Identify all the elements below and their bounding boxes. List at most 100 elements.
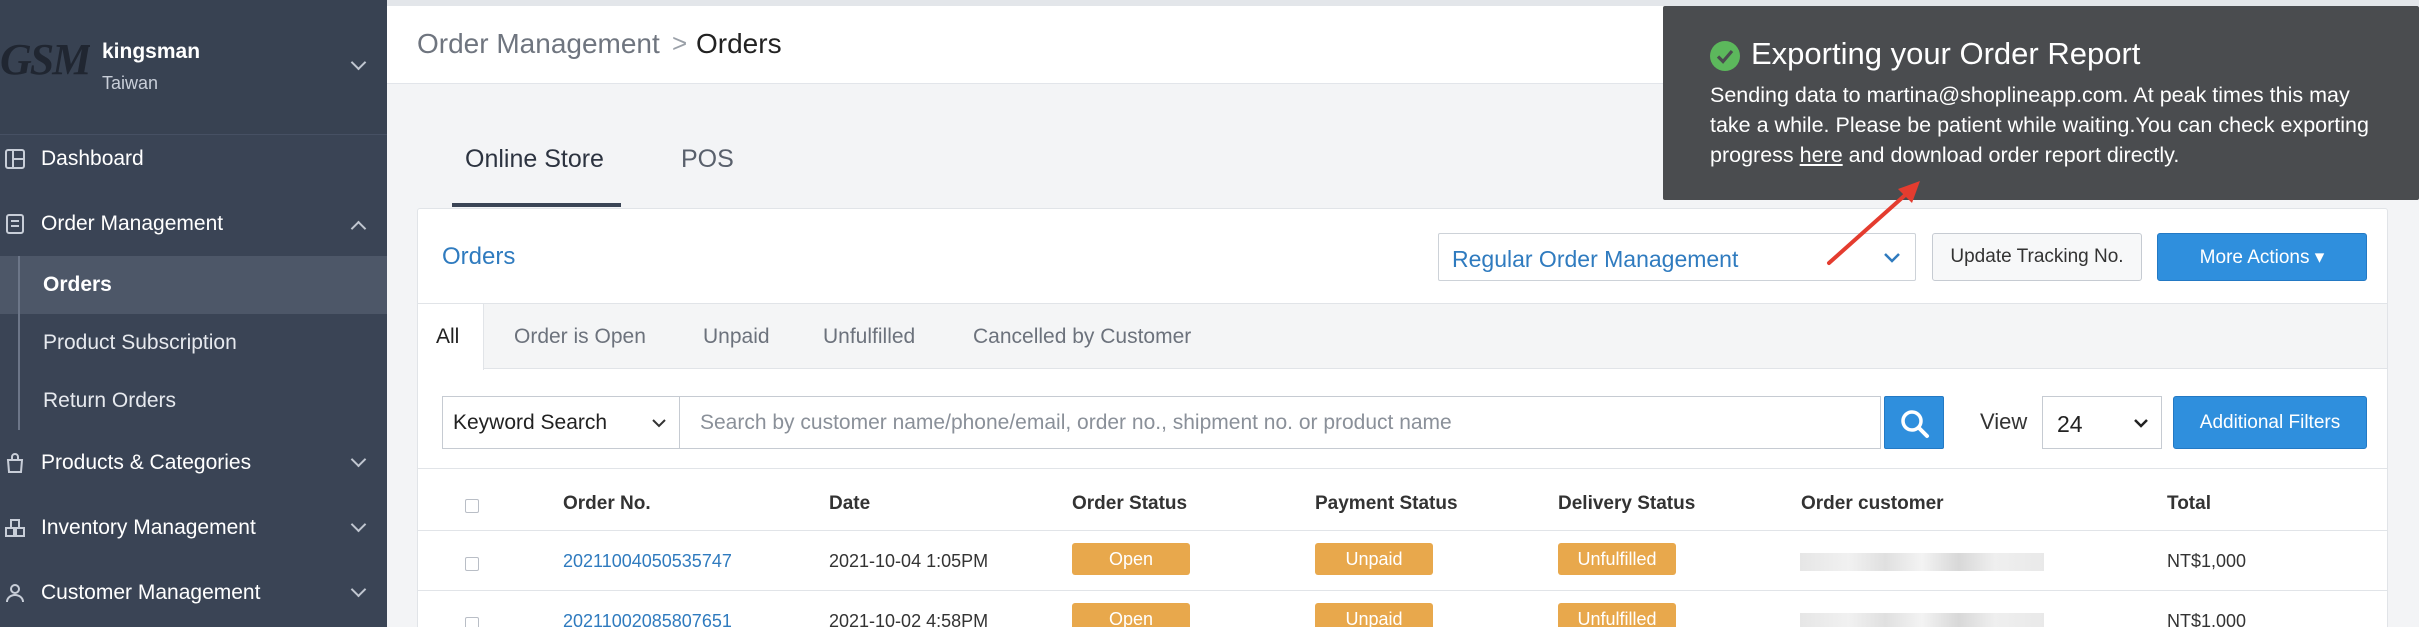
view-label: View <box>1980 409 2028 434</box>
order-icon <box>6 214 24 234</box>
search-button[interactable] <box>1884 396 1944 449</box>
dashboard-icon <box>5 149 25 169</box>
chevron-down-icon <box>2134 419 2148 428</box>
tab-label: Online Store <box>465 145 604 173</box>
store-region: Taiwan <box>102 73 159 93</box>
check-circle-icon <box>1710 41 1740 71</box>
column-header-order-no[interactable]: Order No. <box>563 493 651 515</box>
breadcrumb-parent[interactable]: Order Management <box>417 28 660 60</box>
store-name: kingsman <box>102 40 201 63</box>
column-header-order-customer[interactable]: Order customer <box>1801 493 1944 515</box>
order-mode-value: Regular Order Management <box>1452 246 1739 272</box>
submenu-indicator <box>18 372 20 430</box>
sidebar-subitem-product-subscription[interactable]: Product Subscription <box>0 314 387 372</box>
row-checkbox[interactable] <box>465 557 479 571</box>
delivery-status-badge: Unfulfilled <box>1558 603 1676 627</box>
filter-tab-all[interactable]: All <box>418 304 485 370</box>
payment-status-badge: Unpaid <box>1315 603 1433 627</box>
sidebar-subitem-orders[interactable]: Orders <box>0 256 387 314</box>
export-progress-link[interactable]: here <box>1800 143 1843 167</box>
column-header-date[interactable]: Date <box>829 493 870 515</box>
store-switcher[interactable]: GSM kingsman Taiwan <box>0 0 387 135</box>
chevron-up-icon <box>350 220 367 237</box>
redacted-customer <box>1800 553 2044 571</box>
order-total: NT$1,000 <box>2167 611 2247 627</box>
order-total: NT$1,000 <box>2167 551 2247 571</box>
sidebar-subitem-return-orders[interactable]: Return Orders <box>0 372 387 430</box>
column-header-payment-status[interactable]: Payment Status <box>1315 493 1458 515</box>
payment-status-badge: Unpaid <box>1315 543 1433 575</box>
tab-online-store[interactable]: Online Store <box>452 145 621 207</box>
sidebar-item-label: Order Management <box>41 212 224 235</box>
additional-filters-button[interactable]: Additional Filters <box>2173 396 2367 449</box>
column-header-delivery-status[interactable]: Delivery Status <box>1558 493 1695 515</box>
page-size-value: 24 <box>2057 411 2083 437</box>
search-row: Keyword Search Search by customer name/p… <box>418 369 2387 469</box>
breadcrumb-current: Orders <box>696 28 782 59</box>
search-icon <box>1901 410 1929 438</box>
sidebar: GSM kingsman Taiwan Dashboard Order Mana… <box>0 0 387 627</box>
panel-header: Orders Regular Order Management Update T… <box>418 209 2387 304</box>
filter-tab-cancelled[interactable]: Cancelled by Customer <box>973 304 1191 369</box>
delivery-status-badge: Unfulfilled <box>1558 543 1676 575</box>
column-header-order-status[interactable]: Order Status <box>1072 493 1187 515</box>
export-toast: Exporting your Order Report Sending data… <box>1663 6 2419 200</box>
sidebar-subitem-label: Product Subscription <box>43 331 237 354</box>
sidebar-item-products-categories[interactable]: Products & Categories <box>0 434 387 492</box>
status-filter-tabs: All Order is Open Unpaid Unfulfilled Can… <box>418 304 2387 370</box>
filter-tab-label: Order is Open <box>514 324 646 348</box>
sidebar-subitem-label: Orders <box>43 273 112 296</box>
store-logo: GSM <box>0 35 90 84</box>
select-all-checkbox[interactable] <box>465 499 479 513</box>
order-status-badge: Open <box>1072 543 1190 575</box>
filter-tab-unpaid[interactable]: Unpaid <box>703 304 770 369</box>
filter-tab-label: Unfulfilled <box>823 324 916 348</box>
sidebar-item-label: Customer Management <box>41 581 261 604</box>
order-number-link[interactable]: 20211002085807651 <box>563 611 732 627</box>
breadcrumb-separator: > <box>672 28 688 58</box>
chevron-down-icon <box>652 419 666 428</box>
chevron-down-icon <box>350 451 367 468</box>
order-date: 2021-10-04 1:05PM <box>829 551 989 571</box>
keyword-search-select[interactable]: Keyword Search <box>442 396 680 449</box>
search-input[interactable]: Search by customer name/phone/email, ord… <box>680 396 1881 449</box>
order-date: 2021-10-02 4:58PM <box>829 611 989 627</box>
redacted-customer <box>1800 613 2044 627</box>
toast-message: Sending data to martina@shoplineapp.com.… <box>1710 80 2390 170</box>
column-header-total[interactable]: Total <box>2167 493 2211 515</box>
sidebar-item-inventory-management[interactable]: Inventory Management <box>0 499 387 557</box>
order-status-badge: Open <box>1072 603 1190 627</box>
row-checkbox[interactable] <box>465 617 479 627</box>
table-row[interactable]: 20211002085807651 2021-10-02 4:58PM Open… <box>418 591 2387 627</box>
inventory-icon <box>5 519 25 537</box>
submenu-indicator <box>18 256 20 314</box>
toast-title: Exporting your Order Report <box>1751 36 2141 71</box>
update-tracking-button[interactable]: Update Tracking No. <box>1932 233 2142 281</box>
sidebar-item-label: Dashboard <box>41 147 144 170</box>
table-row[interactable]: 20211004050535747 2021-10-04 1:05PM Open… <box>418 531 2387 591</box>
user-icon <box>6 584 24 603</box>
more-actions-button[interactable]: More Actions ▾ <box>2157 233 2367 281</box>
sidebar-item-label: Inventory Management <box>41 516 256 539</box>
keyword-search-value: Keyword Search <box>453 411 608 434</box>
sidebar-item-dashboard[interactable]: Dashboard <box>0 130 387 188</box>
filter-tab-order-open[interactable]: Order is Open <box>514 304 646 369</box>
chevron-down-icon <box>350 581 367 598</box>
table-header: Order No. Date Order Status Payment Stat… <box>418 469 2387 531</box>
submenu-indicator <box>18 314 20 372</box>
search-placeholder: Search by customer name/phone/email, ord… <box>700 411 1452 434</box>
filter-tab-label: Unpaid <box>703 324 770 348</box>
sidebar-item-label: Products & Categories <box>41 451 252 474</box>
tab-label: POS <box>681 145 734 173</box>
orders-panel: Orders Regular Order Management Update T… <box>417 208 2388 627</box>
annotation-arrow <box>1827 181 1920 265</box>
chevron-down-icon <box>350 516 367 533</box>
filter-tab-label: All <box>436 325 460 348</box>
order-number-link[interactable]: 20211004050535747 <box>563 551 732 572</box>
filter-tab-unfulfilled[interactable]: Unfulfilled <box>823 304 915 369</box>
sidebar-item-customer-management[interactable]: Customer Management <box>0 564 387 622</box>
sidebar-subitem-label: Return Orders <box>43 389 177 412</box>
tab-pos[interactable]: POS <box>681 145 734 207</box>
sidebar-item-order-management[interactable]: Order Management <box>0 195 387 253</box>
page-size-select[interactable]: 24 <box>2042 396 2162 449</box>
